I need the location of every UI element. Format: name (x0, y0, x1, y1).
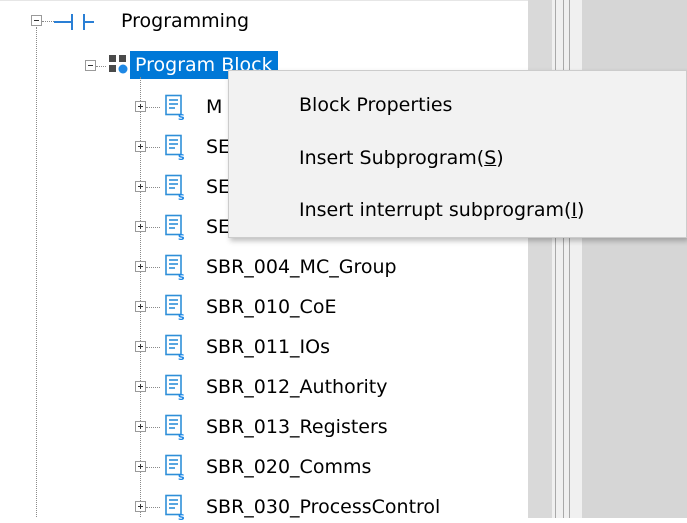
tree-node-subroutine[interactable]: SBR_012_Authority (201, 371, 393, 403)
tree-connector (146, 107, 160, 108)
expand-toggle[interactable] (135, 381, 146, 392)
tree-node-label: SBR_011_IOs (206, 336, 331, 358)
svg-text:s: s (178, 110, 185, 122)
tree-connector (146, 227, 160, 228)
tree-node-label: SBR_013_Registers (206, 416, 388, 438)
expand-toggle[interactable] (135, 341, 146, 352)
expand-toggle[interactable] (135, 501, 146, 512)
expand-toggle[interactable] (135, 421, 146, 432)
expand-toggle[interactable] (135, 101, 146, 112)
tree-node-subroutine[interactable]: SBR_011_IOs (201, 331, 335, 363)
tree-node-label: SBR_010_CoE (206, 296, 337, 318)
expand-toggle[interactable] (135, 221, 146, 232)
tree-node-subroutine[interactable]: SBR_013_Registers (201, 411, 393, 443)
tree-connector (146, 387, 160, 388)
tree-connector (146, 147, 160, 148)
svg-text:s: s (178, 270, 185, 282)
tree-node-label: Programming (121, 10, 250, 32)
menu-item-insert-interrupt-subprogram[interactable]: Insert interrupt subprogram(I) (229, 184, 686, 236)
tree-connector (36, 27, 37, 517)
tree-connector (146, 347, 160, 348)
menu-item-insert-subprogram[interactable]: Insert Subprogram(S) (229, 132, 686, 184)
tree-connector (96, 66, 106, 67)
menu-item-label: Block Properties (299, 94, 453, 116)
svg-text:s: s (178, 190, 185, 202)
subroutine-doc-icon: s (165, 134, 185, 162)
expand-toggle[interactable] (135, 301, 146, 312)
tree-node-label: SBR_004_MC_Group (206, 256, 397, 278)
svg-text:s: s (178, 510, 185, 522)
svg-text:s: s (178, 390, 185, 402)
tree-node-label: SBR_020_Comms (206, 456, 372, 478)
collapse-toggle-programming[interactable] (31, 15, 42, 26)
svg-text:s: s (178, 230, 185, 242)
svg-text:s: s (178, 310, 185, 322)
menu-accelerator-key: S (484, 147, 497, 169)
tree-node-label: SBR_012_Authority (206, 376, 388, 398)
context-menu: Block Properties Insert Subprogram(S) In… (228, 70, 687, 238)
menu-item-block-properties[interactable]: Block Properties (229, 79, 686, 131)
subroutine-doc-icon: s (165, 174, 185, 202)
tree-connector (146, 267, 160, 268)
subroutine-doc-icon: s (165, 454, 185, 482)
subroutine-doc-icon: s (165, 334, 185, 362)
subroutine-doc-icon: s (165, 414, 185, 442)
ladder-contact-icon (54, 14, 94, 30)
menu-item-label-close: ) (496, 147, 504, 169)
subroutine-doc-icon: s (165, 294, 185, 322)
tree-node-subroutine[interactable]: M (201, 91, 227, 123)
tree-node-label: SBR_030_ProcessControl (206, 496, 441, 518)
tree-node-subroutine[interactable]: SBR_010_CoE (201, 291, 341, 323)
tree-node-subroutine[interactable]: SBR_004_MC_Group (201, 251, 402, 283)
subroutine-doc-icon: s (165, 254, 185, 282)
menu-item-label: Insert Subprogram( (299, 147, 485, 169)
expand-toggle[interactable] (135, 141, 146, 152)
menu-item-label-close: ) (577, 199, 585, 221)
svg-text:s: s (178, 430, 185, 442)
menu-item-label: Insert interrupt subprogram( (299, 199, 572, 221)
tree-node-label: M (206, 96, 223, 118)
tree-connector (146, 187, 160, 188)
tree-connector (146, 427, 160, 428)
subroutine-doc-icon: s (165, 214, 185, 242)
tree-node-programming[interactable]: Programming (116, 5, 254, 37)
tree-connector (146, 307, 160, 308)
svg-text:s: s (178, 470, 185, 482)
tree-node-subroutine[interactable]: SBR_030_ProcessControl (201, 491, 445, 523)
tree-connector (146, 507, 160, 508)
program-block-icon (109, 55, 128, 74)
expand-toggle[interactable] (135, 181, 146, 192)
svg-text:s: s (178, 350, 185, 362)
collapse-toggle-program-block[interactable] (85, 60, 96, 71)
tree-connector (42, 21, 54, 22)
subroutine-doc-icon: s (165, 94, 185, 122)
subroutine-doc-icon: s (165, 374, 185, 402)
expand-toggle[interactable] (135, 461, 146, 472)
tree-node-subroutine[interactable]: SBR_020_Comms (201, 451, 376, 483)
expand-toggle[interactable] (135, 261, 146, 272)
svg-text:s: s (178, 150, 185, 162)
tree-connector (146, 467, 160, 468)
